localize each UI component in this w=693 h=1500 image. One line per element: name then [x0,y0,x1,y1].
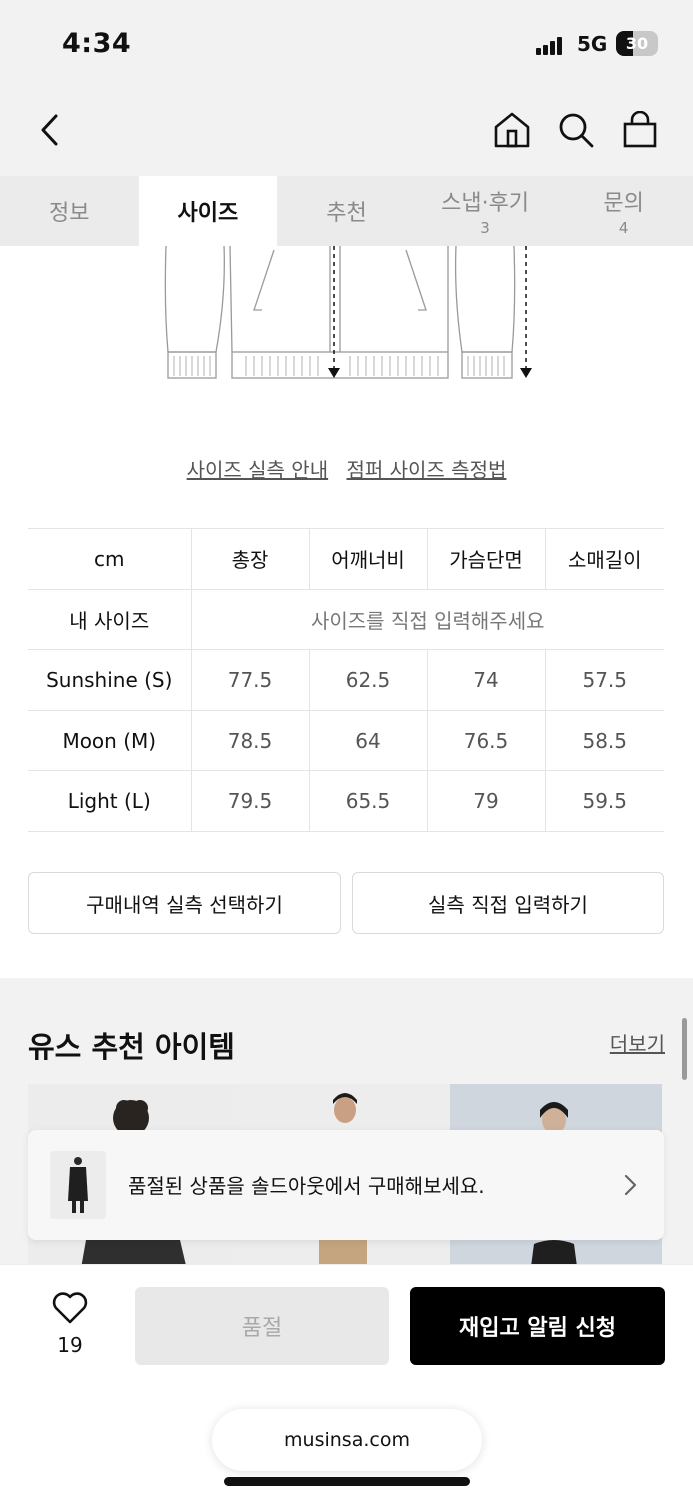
browser-url-bar[interactable]: musinsa.com [212,1409,482,1471]
size-name-cell: Moon (M) [28,709,191,772]
tab-bar: 정보 사이즈 추천 스냅·후기 3 문의 4 [0,176,693,246]
table-header-cell: cm [28,528,191,590]
tab-info[interactable]: 정보 [0,176,139,246]
signal-icon [536,35,566,55]
my-size-row: 내 사이즈 사이즈를 직접 입력해주세요 [28,588,664,651]
tab-label: 사이즈 [177,201,239,226]
tab-size[interactable]: 사이즈 [138,176,278,246]
bottom-purchase-bar: 19 품절 재입고 알림 신청 musinsa.com [0,1264,693,1500]
actual-size-guide-link[interactable]: 사이즈 실측 안내 [187,458,329,482]
table-header-cell: 어깨너비 [308,528,427,590]
my-size-label: 내 사이즈 [28,588,191,651]
tab-label: 스냅·후기 [441,191,530,216]
select-purchase-history-button[interactable]: 구매내역 실측 선택하기 [28,872,341,934]
table-row: Sunshine (S) 77.5 62.5 74 57.5 [28,649,664,711]
network-type: 5G [577,32,608,56]
home-icon[interactable] [490,108,534,152]
table-cell: 77.5 [190,649,309,711]
tab-label: 정보 [49,201,90,226]
table-header-cell: 가슴단면 [426,528,545,590]
toast-product-thumbnail [50,1151,106,1219]
table-header-cell: 총장 [190,528,309,590]
tab-count: 4 [618,219,629,237]
table-cell: 65.5 [308,770,427,832]
toast-message: 품절된 상품을 솔드아웃에서 구매해보세요. [128,1174,485,1198]
status-bar: 4:34 5G 30 [0,0,693,90]
table-cell: 62.5 [308,649,427,711]
status-time: 4:34 [62,28,132,59]
recommend-more-link[interactable]: 더보기 [610,1028,665,1057]
direct-input-button[interactable]: 실측 직접 입력하기 [352,872,664,934]
search-icon[interactable] [554,108,598,152]
table-header-row: cm 총장 어깨너비 가슴단면 소매길이 [28,528,664,590]
battery-icon: 30 [616,31,658,56]
size-table: cm 총장 어깨너비 가슴단면 소매길이 내 사이즈 사이즈를 직접 입력해주세… [28,528,664,832]
table-cell: 78.5 [190,709,309,772]
jacket-size-diagram [150,245,550,386]
size-name-cell: Sunshine (S) [28,649,191,711]
size-name-cell: Light (L) [28,770,191,832]
tab-label: 문의 [603,191,644,216]
table-cell: 74 [426,649,545,711]
tab-recommend[interactable]: 추천 [277,176,416,246]
table-cell: 76.5 [426,709,545,772]
recommend-title: 유스 추천 아이템 [28,1030,235,1064]
table-cell: 79.5 [190,770,309,832]
tab-inquiry[interactable]: 문의 4 [554,176,693,246]
chevron-right-icon [618,1170,642,1200]
home-indicator [224,1477,470,1486]
battery-level: 30 [625,34,649,53]
my-size-input-hint[interactable]: 사이즈를 직접 입력해주세요 [190,588,664,651]
restock-alert-button[interactable]: 재입고 알림 신청 [410,1287,665,1365]
back-arrow-icon[interactable] [28,108,72,152]
tab-snap-review[interactable]: 스냅·후기 3 [416,176,555,246]
nav-header [0,90,693,176]
table-cell: 58.5 [544,709,664,772]
measure-method-link[interactable]: 점퍼 사이즈 측정법 [346,458,506,482]
like-count: 19 [57,1333,83,1357]
heart-icon [52,1292,88,1324]
tab-label: 추천 [326,201,367,226]
table-header-cell: 소매길이 [544,528,664,590]
shopping-bag-icon[interactable] [618,108,662,152]
tab-count: 3 [480,219,490,237]
table-cell: 79 [426,770,545,832]
soldout-button[interactable]: 품절 [135,1287,389,1365]
size-guide-links: 사이즈 실측 안내 점퍼 사이즈 측정법 [0,454,693,483]
table-row: Light (L) 79.5 65.5 79 59.5 [28,770,664,832]
table-cell: 59.5 [544,770,664,832]
scrollbar[interactable] [682,1018,687,1080]
table-cell: 57.5 [544,649,664,711]
like-button[interactable]: 19 [40,1291,100,1361]
table-cell: 64 [308,709,427,772]
table-row: Moon (M) 78.5 64 76.5 58.5 [28,709,664,772]
soldout-toast[interactable]: 품절된 상품을 솔드아웃에서 구매해보세요. [28,1130,664,1240]
